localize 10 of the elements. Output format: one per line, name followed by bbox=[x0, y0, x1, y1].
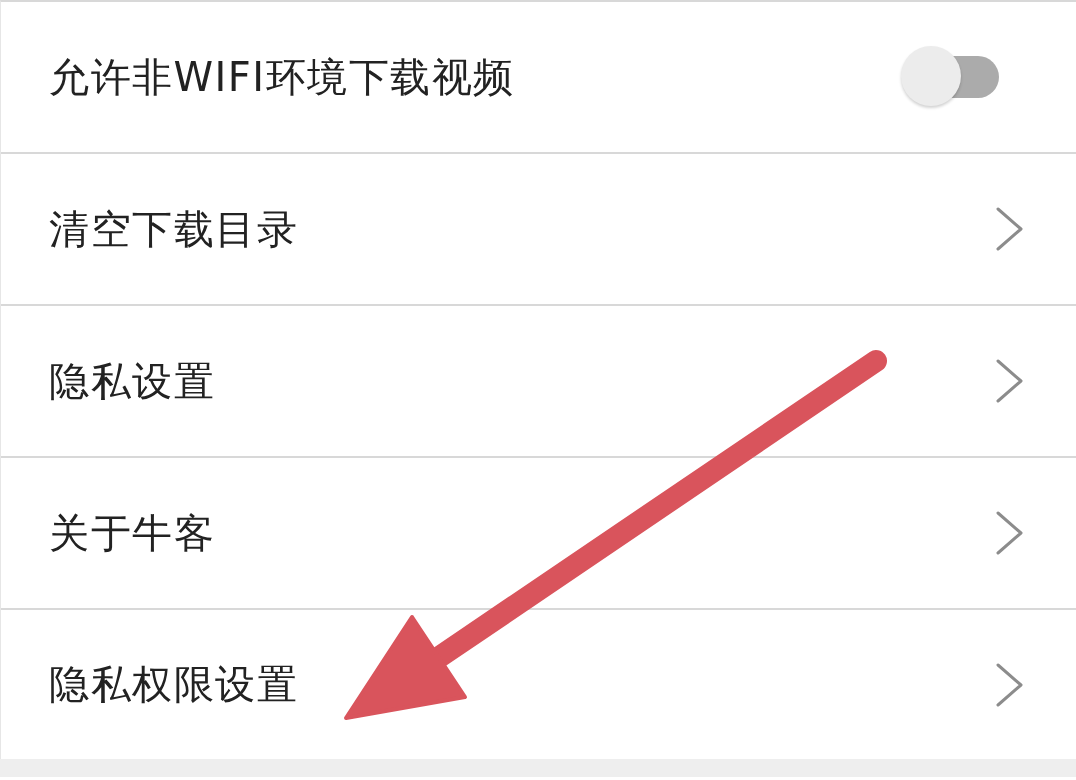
chevron-right-icon[interactable] bbox=[996, 207, 1023, 251]
setting-label: 清空下载目录 bbox=[49, 204, 298, 254]
setting-label: 关于牛客 bbox=[49, 508, 215, 558]
chevron-right-icon[interactable] bbox=[996, 511, 1023, 555]
chevron-right-icon[interactable] bbox=[996, 662, 1023, 707]
setting-label: 隐私权限设置 bbox=[49, 660, 298, 709]
chevron-right-icon[interactable] bbox=[996, 359, 1023, 403]
setting-label: 隐私设置 bbox=[49, 356, 215, 406]
setting-label: 允许非WIFI环境下载视频 bbox=[49, 52, 515, 102]
toggle-switch[interactable] bbox=[901, 46, 999, 108]
